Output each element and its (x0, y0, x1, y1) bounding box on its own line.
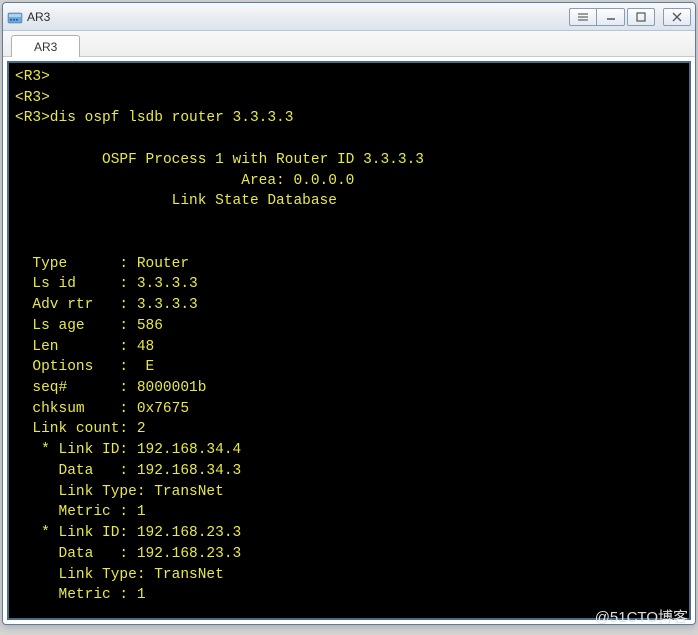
window-title: AR3 (27, 10, 50, 24)
close-button[interactable] (663, 8, 691, 26)
terminal-content: <R3><R3><R3>dis ospf lsdb router 3.3.3.3… (15, 67, 683, 606)
terminal-line: Metric : 1 (15, 585, 683, 606)
terminal-line: OSPF Process 1 with Router ID 3.3.3.3 (15, 150, 683, 171)
tab-label: AR3 (34, 40, 57, 54)
title-left: AR3 (7, 9, 567, 25)
terminal-line: Link Type: TransNet (15, 565, 683, 586)
terminal-line: Area: 0.0.0.0 (15, 171, 683, 192)
terminal-line: chksum : 0x7675 (15, 399, 683, 420)
terminal-line: Ls age : 586 (15, 316, 683, 337)
terminal-line: * Link ID: 192.168.23.3 (15, 523, 683, 544)
terminal-line: Metric : 1 (15, 502, 683, 523)
menu-button[interactable] (569, 8, 597, 26)
terminal-line: Adv rtr : 3.3.3.3 (15, 295, 683, 316)
terminal-line: Data : 192.168.34.3 (15, 461, 683, 482)
terminal-line: seq# : 8000001b (15, 378, 683, 399)
terminal-line: <R3> (15, 88, 683, 109)
terminal-line: Ls id : 3.3.3.3 (15, 274, 683, 295)
terminal-line (15, 212, 683, 233)
terminal-line: Link count: 2 (15, 419, 683, 440)
terminal-line: <R3>dis ospf lsdb router 3.3.3.3 (15, 108, 683, 129)
terminal-line: <R3> (15, 67, 683, 88)
terminal-line: Type : Router (15, 254, 683, 275)
terminal-line: Data : 192.168.23.3 (15, 544, 683, 565)
terminal-line: * Link ID: 192.168.34.4 (15, 440, 683, 461)
app-icon (7, 9, 23, 25)
watermark: @51CTO博客 (595, 606, 688, 627)
terminal-line (15, 129, 683, 150)
maximize-button[interactable] (627, 8, 655, 26)
minimize-button[interactable] (597, 8, 625, 26)
terminal-line: Options : E (15, 357, 683, 378)
window-controls (567, 8, 691, 26)
tab-bar: AR3 (3, 31, 695, 57)
application-window: AR3 AR3 <R3><R3><R3>dis ospf lsdb router… (2, 2, 696, 625)
terminal-line (15, 233, 683, 254)
tab-ar3[interactable]: AR3 (11, 35, 80, 57)
terminal-line: Link Type: TransNet (15, 482, 683, 503)
titlebar: AR3 (3, 3, 695, 31)
terminal-line: Len : 48 (15, 337, 683, 358)
terminal-output[interactable]: <R3><R3><R3>dis ospf lsdb router 3.3.3.3… (7, 61, 691, 620)
terminal-line: Link State Database (15, 191, 683, 212)
